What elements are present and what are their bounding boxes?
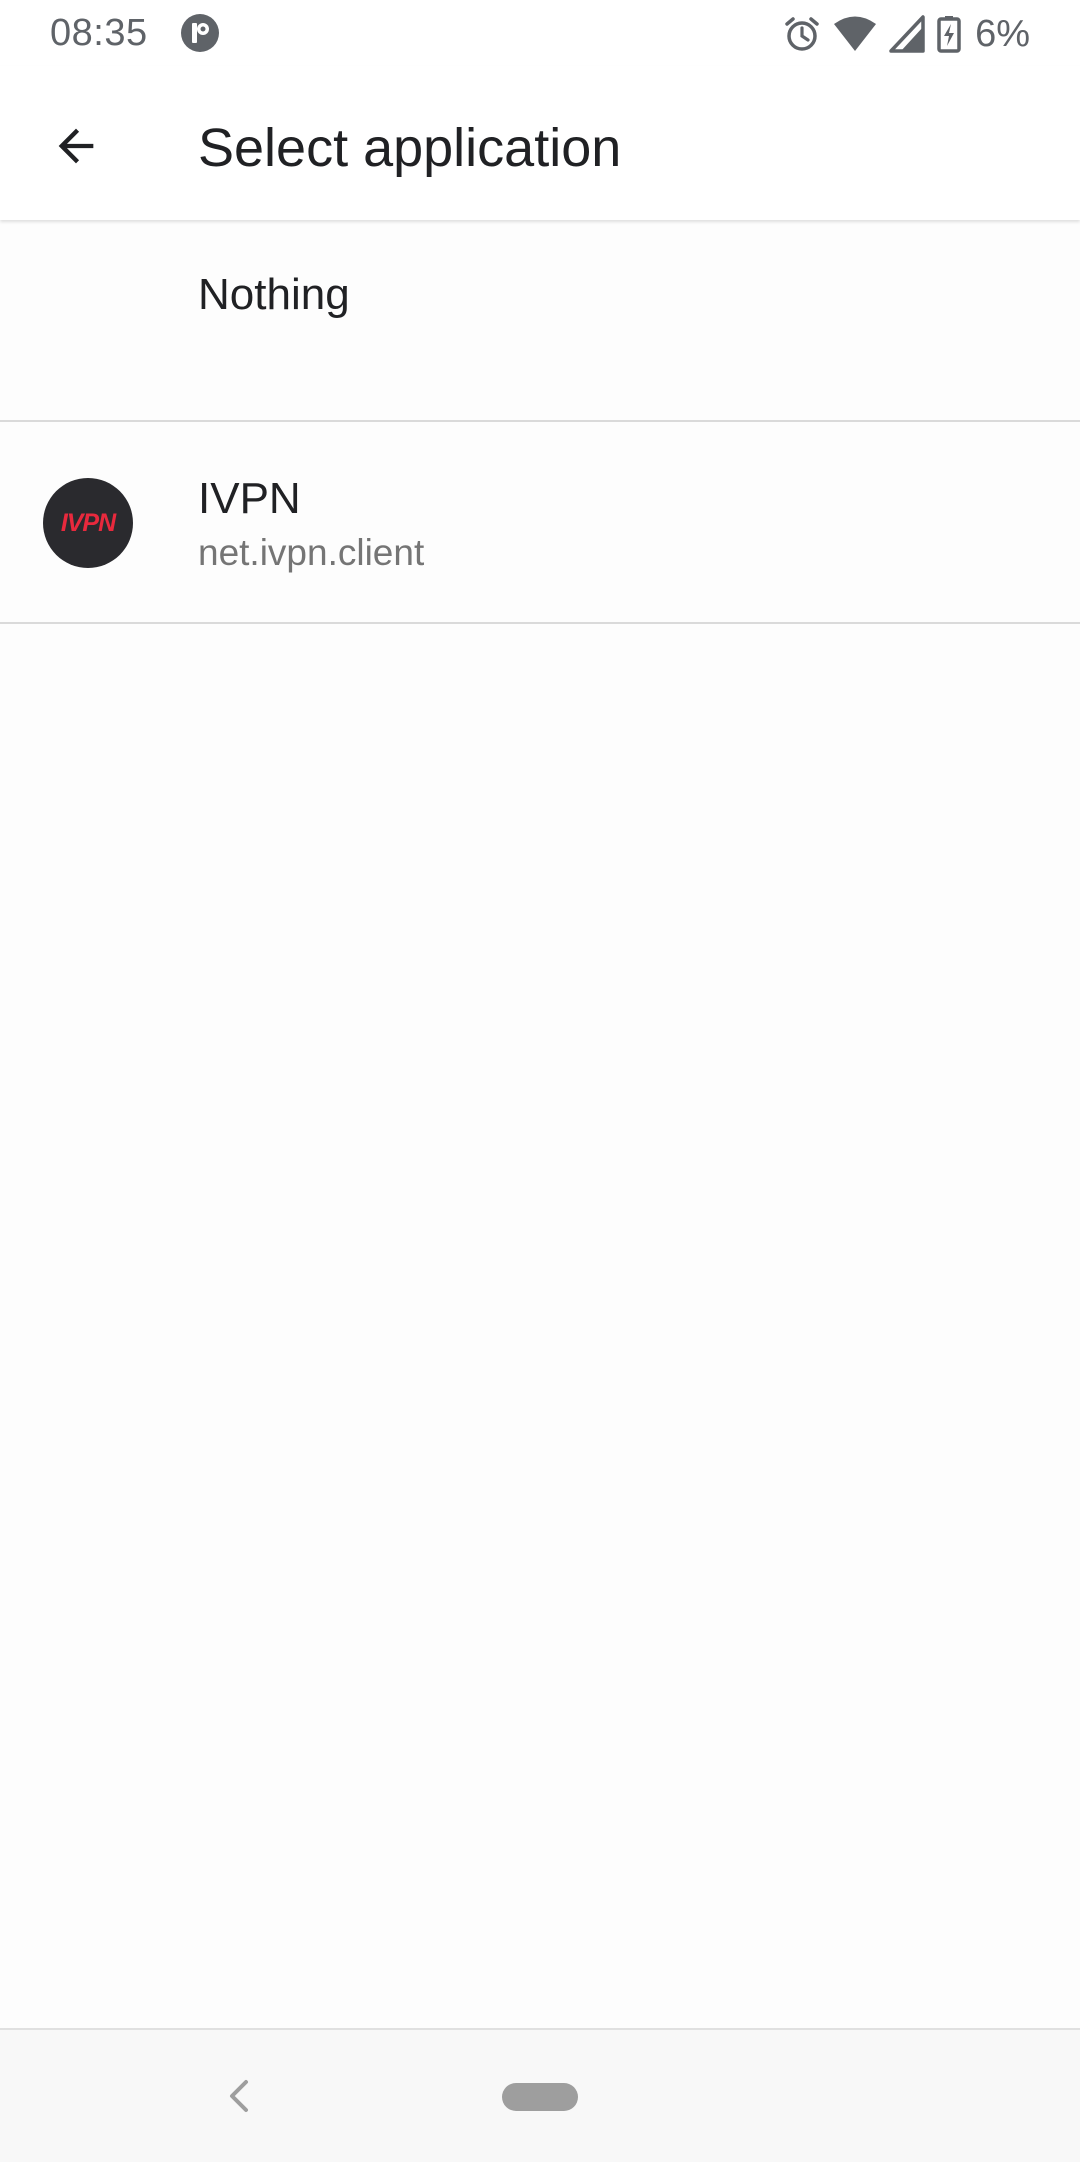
battery-charging-icon — [937, 15, 961, 53]
app-notification-icon — [180, 13, 220, 53]
ivpn-app-icon: IVPN — [43, 478, 133, 568]
status-time: 08:35 — [50, 12, 148, 54]
status-bar: 08:35 6% — [0, 0, 1080, 66]
battery-percent: 6% — [975, 12, 1030, 55]
system-nav-bar — [0, 2028, 1080, 2162]
alarm-icon — [783, 15, 821, 53]
wifi-icon — [833, 15, 877, 53]
list-item-package-name: net.ivpn.client — [198, 532, 425, 573]
list-item-title: IVPN — [198, 474, 301, 523]
nav-back-icon[interactable] — [222, 2076, 258, 2116]
arrow-back-icon — [58, 128, 94, 164]
back-button[interactable] — [36, 106, 116, 186]
list-item-title: Nothing — [198, 270, 350, 319]
home-pill-icon[interactable] — [502, 2083, 578, 2111]
page-title: Select application — [198, 118, 622, 178]
status-icons: 6% — [783, 12, 1030, 56]
ivpn-logo-text: IVPN — [60, 508, 116, 537]
app-bar: Select application — [0, 66, 1080, 220]
application-list: Nothing IVPN IVPN net.ivpn.client — [0, 220, 1080, 624]
list-item-ivpn[interactable]: IVPN IVPN net.ivpn.client — [0, 422, 1080, 624]
list-item-nothing[interactable]: Nothing — [0, 220, 1080, 422]
cell-signal-icon — [889, 15, 925, 53]
